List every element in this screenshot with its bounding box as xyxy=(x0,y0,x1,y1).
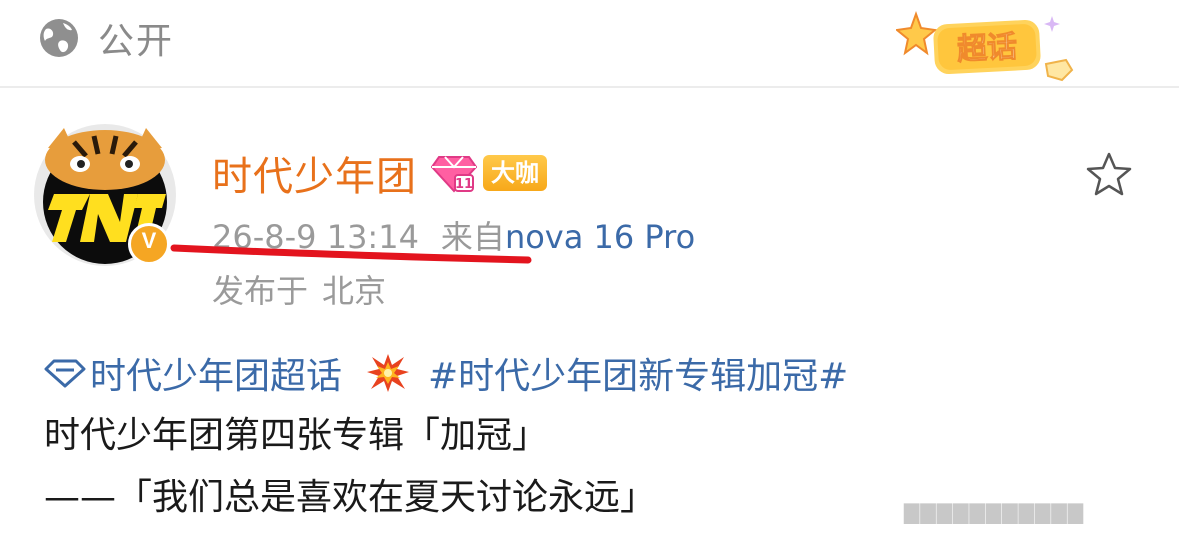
content-line-2: 时代少年团第四张专辑「加冠」 xyxy=(44,415,549,456)
globe-icon xyxy=(40,19,78,57)
author-name[interactable]: 时代少年团 xyxy=(212,144,417,202)
star-icon[interactable] xyxy=(1084,150,1134,200)
supertopic-badge-label: 超话 xyxy=(956,29,1018,67)
location-name: 北京 xyxy=(322,272,387,310)
watermark: ▇▇▇▇▇▇▇▇▇▇▇ xyxy=(904,500,1085,524)
visibility-bar: 公开 超话 xyxy=(0,0,1179,86)
diamond-topic-icon xyxy=(44,359,86,388)
collision-emoji xyxy=(367,354,410,392)
author-title-badge[interactable]: 大咖 xyxy=(483,155,547,191)
post-content: 时代少年团超话 #时代少年团新专辑加冠# 时代少年团第四张专辑「加冠」 ——「我… xyxy=(44,348,1144,522)
verified-v-icon: V xyxy=(128,223,170,265)
supertopic-badge[interactable]: 超话 xyxy=(896,8,1086,88)
visibility-selector[interactable]: 公开 xyxy=(38,12,174,64)
author-row: 时代少年团 11 大咖 xyxy=(212,144,547,202)
post-location: 发布于 北京 xyxy=(212,266,386,312)
supertopic-link[interactable]: 时代少年团超话 xyxy=(90,347,342,399)
diamond-vip-icon[interactable]: 11 xyxy=(431,153,477,193)
location-prefix: 发布于 xyxy=(212,272,309,310)
hashtag-link[interactable]: #时代少年团新专辑加冠# xyxy=(428,347,848,399)
svg-text:11: 11 xyxy=(455,177,473,192)
visibility-label: 公开 xyxy=(98,21,175,62)
sparkle-star-icon xyxy=(896,11,938,56)
content-line-1: 时代少年团超话 #时代少年团新专辑加冠# xyxy=(44,348,1144,398)
post-card: V 时代少年团 11 大咖 26-8-9 13:14 来自nova 16 Pro … xyxy=(0,88,1179,542)
